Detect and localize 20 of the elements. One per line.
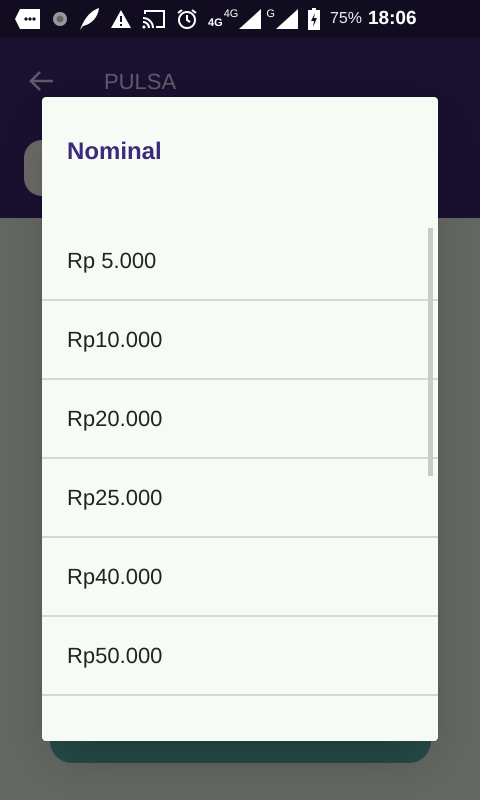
battery-charging-icon (308, 8, 320, 30)
network-label: G (266, 9, 275, 20)
back-arrow-icon[interactable] (28, 70, 54, 92)
record-icon (52, 11, 68, 27)
signal-icon (239, 9, 262, 29)
amount-option[interactable]: Rp40.000 (42, 538, 438, 617)
warning-icon (110, 9, 132, 29)
battery-percentage: 75% (330, 9, 362, 29)
network-label: 4G (224, 9, 238, 20)
cast-icon (142, 9, 166, 29)
action-button[interactable] (50, 741, 431, 763)
clock: 18:06 (368, 6, 417, 31)
data-type-label: 4G (208, 18, 223, 29)
feather-icon (78, 7, 100, 31)
signal-icon (276, 9, 298, 29)
message-icon (14, 8, 42, 30)
amount-option[interactable]: Rp50.000 (42, 617, 438, 696)
screen-title: PULSA (104, 68, 176, 96)
alarm-icon (176, 8, 198, 30)
dialog-title: Nominal (67, 138, 162, 165)
